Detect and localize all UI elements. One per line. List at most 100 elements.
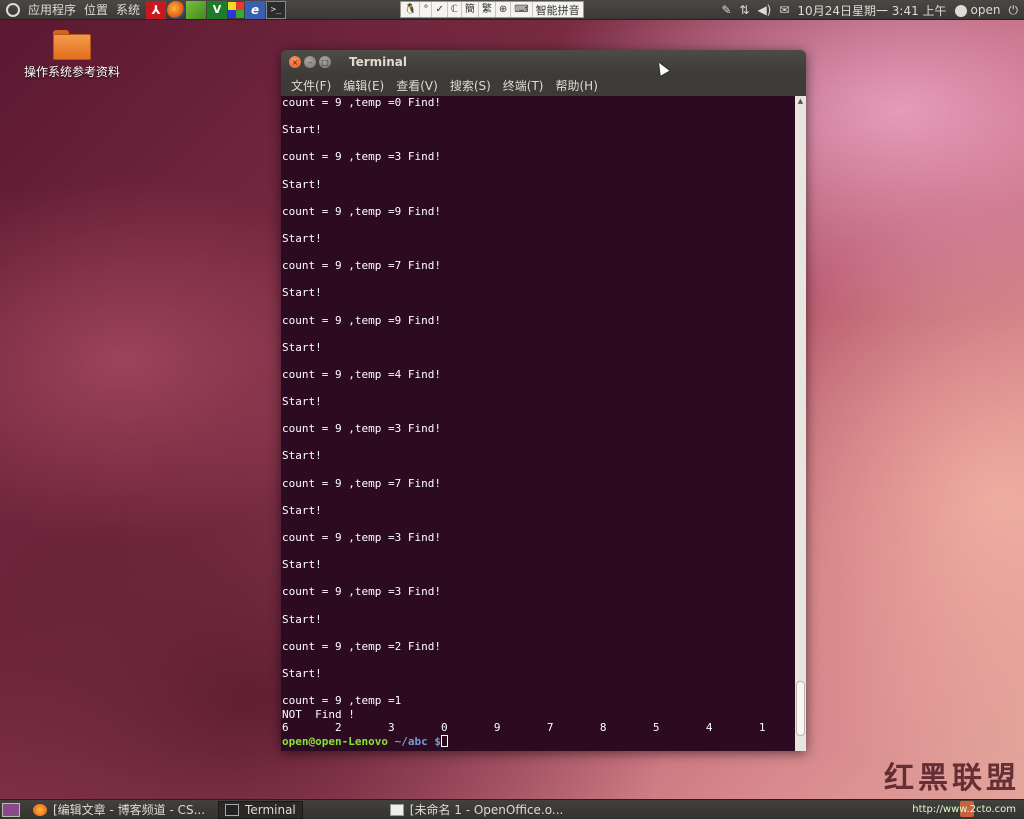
menu-search[interactable]: 搜索(S) bbox=[444, 77, 497, 94]
grid-icon[interactable] bbox=[228, 1, 245, 18]
ime-penguin-icon[interactable]: 🐧 bbox=[401, 2, 421, 17]
task-label: [未命名 1 - OpenOffice.o... bbox=[409, 803, 564, 817]
maximize-icon[interactable]: □ bbox=[319, 56, 331, 68]
terminal-line: count = 9 ,temp =1 bbox=[282, 694, 402, 708]
terminal-line: count = 9 ,temp =3 Find! bbox=[282, 422, 441, 436]
ime-punct-icon[interactable]: ° bbox=[420, 2, 433, 17]
menu-help[interactable]: 帮助(H) bbox=[550, 77, 604, 94]
window-title: Terminal bbox=[349, 55, 408, 69]
watermark: 红黑联盟 bbox=[884, 761, 1020, 796]
terminal-line: count = 9 ,temp =3 Find! bbox=[282, 585, 441, 599]
system-tray: ✎ ⇅ ◀) ✉ 10月24日星期一 3:41 上午 open ⏻ bbox=[721, 0, 1024, 20]
terminal-icon[interactable]: >_ bbox=[266, 0, 287, 19]
menu-applications[interactable]: 应用程序 bbox=[24, 1, 80, 18]
firefox-icon bbox=[33, 803, 47, 816]
ubuntu-logo-icon[interactable] bbox=[6, 2, 20, 17]
terminal-line: count = 9 ,temp =3 Find! bbox=[282, 531, 441, 544]
prompt-user: open@open-Lenovo bbox=[282, 734, 388, 748]
user-icon bbox=[954, 4, 967, 17]
scrollbar[interactable]: ▲ bbox=[795, 96, 806, 751]
terminal-line: 6 2 3 0 9 7 8 5 4 1 bbox=[282, 721, 766, 735]
pen-icon[interactable]: ✎ bbox=[721, 3, 731, 17]
terminal-line: Start! bbox=[282, 177, 322, 191]
ime-feather-icon[interactable]: ✓ bbox=[432, 2, 448, 17]
terminal-output[interactable]: count = 9 ,temp =0 Find! Start! count = 9 … bbox=[282, 96, 792, 751]
menu-file[interactable]: 文件(F) bbox=[285, 77, 337, 94]
ime-mode-label[interactable]: 智能拼音 bbox=[533, 2, 583, 18]
scrollbar-thumb[interactable] bbox=[796, 681, 805, 736]
network-icon[interactable]: ⇅ bbox=[739, 3, 749, 17]
app-icon[interactable] bbox=[186, 0, 207, 19]
window-titlebar[interactable]: × – □ Terminal bbox=[281, 50, 806, 74]
terminal-line: Start! bbox=[282, 449, 322, 463]
terminal-line: count = 9 ,temp =9 Find! bbox=[282, 313, 441, 327]
task-label: [编辑文章 - 博客频道 - CS... bbox=[53, 803, 206, 817]
desktop-folder[interactable]: 操作系统参考资料 bbox=[20, 30, 124, 80]
task-firefox[interactable]: [编辑文章 - 博客频道 - CS... bbox=[26, 801, 212, 819]
terminal-line: Start! bbox=[282, 666, 322, 680]
terminal-line: Start! bbox=[282, 612, 322, 626]
volume-icon[interactable]: ◀) bbox=[757, 3, 771, 17]
vim-icon[interactable]: V bbox=[207, 0, 228, 19]
menu-view[interactable]: 查看(V) bbox=[390, 77, 444, 94]
clock[interactable]: 10月24日星期一 3:41 上午 bbox=[797, 2, 946, 19]
menu-edit[interactable]: 编辑(E) bbox=[337, 77, 390, 94]
text-cursor bbox=[440, 734, 448, 747]
terminal-line: Start! bbox=[282, 395, 322, 409]
terminal-area[interactable]: count = 9 ,temp =0 Find! Start! count = 9 … bbox=[281, 96, 806, 751]
acrobat-icon[interactable]: ⅄ bbox=[146, 0, 167, 19]
mail-icon[interactable]: ✉ bbox=[779, 3, 789, 17]
folder-icon bbox=[53, 30, 91, 60]
menu-terminal[interactable]: 终端(T) bbox=[497, 77, 550, 94]
minimize-icon[interactable]: – bbox=[304, 56, 316, 68]
task-openoffice[interactable]: [未命名 1 - OpenOffice.o... bbox=[383, 801, 571, 819]
terminal-prompt[interactable]: open@open-Lenovo ~/abc $ bbox=[282, 734, 792, 749]
ime-traditional-icon[interactable]: 繁 bbox=[479, 2, 496, 17]
prompt-path: ~/abc $ bbox=[387, 734, 441, 748]
terminal-line: count = 9 ,temp =7 Find! bbox=[282, 476, 441, 490]
menu-places[interactable]: 位置 bbox=[80, 1, 112, 18]
terminal-line: Start! bbox=[282, 558, 322, 572]
menu-system[interactable]: 系统 bbox=[112, 1, 144, 18]
close-icon[interactable]: × bbox=[289, 56, 301, 68]
terminal-line: Start! bbox=[282, 231, 322, 245]
window-menubar: 文件(F) 编辑(E) 查看(V) 搜索(S) 终端(T) 帮助(H) bbox=[281, 74, 806, 96]
terminal-line: count = 9 ,temp =9 Find! bbox=[282, 204, 441, 218]
firefox-icon[interactable] bbox=[167, 0, 186, 19]
power-icon[interactable]: ⏻ bbox=[1009, 3, 1019, 18]
ime-width-icon[interactable]: ℂ bbox=[448, 2, 462, 17]
ime-keyboard-icon[interactable]: ⌨ bbox=[511, 2, 533, 17]
terminal-line: Start! bbox=[282, 340, 322, 354]
desktop-folder-label: 操作系统参考资料 bbox=[23, 65, 120, 79]
terminal-line: Start! bbox=[282, 503, 322, 517]
terminal-line: count = 9 ,temp =0 Find! bbox=[282, 96, 441, 109]
task-terminal[interactable]: Terminal bbox=[218, 800, 303, 819]
task-label: Terminal bbox=[245, 802, 296, 817]
scroll-up-icon[interactable]: ▲ bbox=[795, 96, 806, 107]
user-name: open bbox=[970, 3, 1001, 17]
ime-simplified-icon[interactable]: 簡 bbox=[462, 2, 479, 17]
terminal-line: count = 9 ,temp =7 Find! bbox=[282, 259, 441, 273]
show-desktop-icon[interactable] bbox=[2, 802, 20, 817]
terminal-line: count = 9 ,temp =2 Find! bbox=[282, 639, 441, 653]
ime-settings-icon[interactable]: ⊕ bbox=[496, 2, 512, 17]
document-icon bbox=[389, 803, 404, 816]
eclipse-icon[interactable]: e bbox=[245, 0, 266, 19]
user-menu[interactable]: open bbox=[954, 3, 1001, 17]
